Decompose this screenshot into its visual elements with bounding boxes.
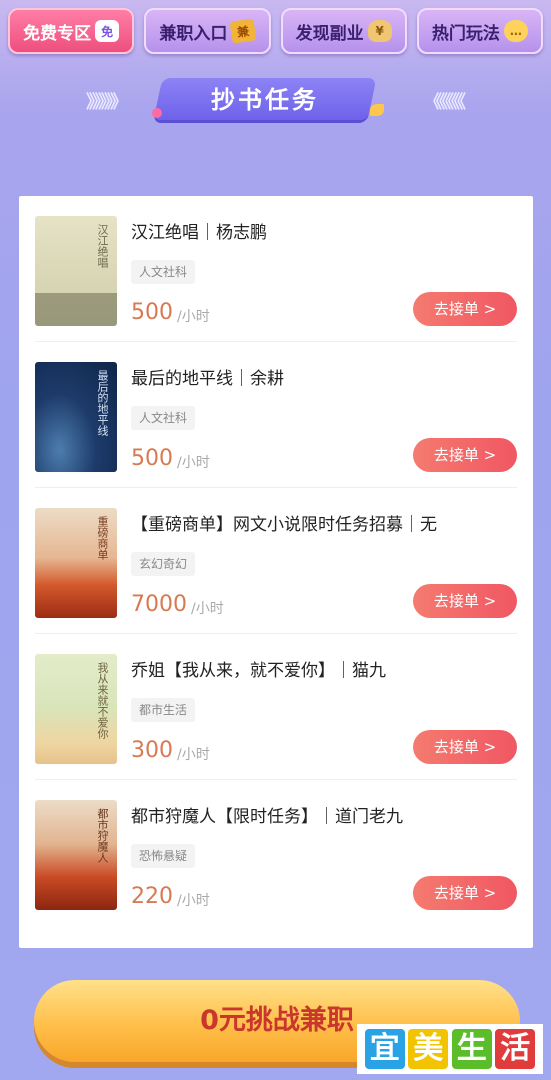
book-cover: 都市狩魔人 [35,800,117,910]
book-cover: 最后的地平线 [35,362,117,472]
task-price: 500 [131,446,173,471]
money-bag-icon: ¥ [367,20,392,42]
watermark-char: 美 [408,1029,449,1069]
task-title: 【重磅商单】网文小说限时任务招募｜无 [131,515,437,535]
genre-tag: 恐怖悬疑 [131,844,196,868]
tab-label: 兼职入口 [159,23,228,44]
price-unit: /小时 [191,601,224,617]
genre-tag: 都市生活 [131,698,196,722]
price-unit: /小时 [177,455,210,471]
tab-free-zone[interactable]: 免费专区 免 [8,8,135,54]
task-price: 500 [131,300,173,325]
cover-title: 最后的地平线 [96,370,109,436]
task-list-card: 汉江绝唱 汉江绝唱｜杨志鹏 人文社科 500 /小时 去接单 > 最后的地平线 … [19,196,533,948]
tab-discover-side-job[interactable]: 发现副业 ¥ [280,8,407,54]
task-title: 最后的地平线｜余耕 [131,369,284,389]
book-cover: 我从来就不爱你 [35,654,117,764]
task-title: 都市狩魔人【限时任务】｜道门老九 [131,807,403,827]
genre-tag: 人文社科 [131,260,196,284]
cover-title: 重磅商单 [96,516,109,560]
task-title: 汉江绝唱｜杨志鹏 [131,223,267,243]
pink-dot-decoration [152,108,162,118]
accept-task-button[interactable]: 去接单 > [413,438,517,472]
tab-part-time-entry[interactable]: 兼职入口 兼 [144,8,271,54]
accept-task-button[interactable]: 去接单 > [413,876,517,910]
price-unit: /小时 [177,309,210,325]
book-cover: 汉江绝唱 [35,216,117,326]
job-ticket-icon: 兼 [229,18,257,44]
task-item[interactable]: 汉江绝唱 汉江绝唱｜杨志鹏 人文社科 500 /小时 去接单 > [35,196,517,342]
accept-task-button[interactable]: 去接单 > [413,730,517,764]
tab-label: 热门玩法 [431,23,500,44]
task-price: 300 [131,738,173,763]
genre-tag: 玄幻奇幻 [131,552,196,576]
top-tab-bar: 免费专区 免 兼职入口 兼 发现副业 ¥ 热门玩法 … [8,8,543,54]
task-title: 乔姐【我从来，就不爱你】｜猫九 [131,661,386,681]
accept-task-button[interactable]: 去接单 > [413,584,517,618]
watermark-char: 活 [495,1029,536,1069]
left-arrows-decoration: 》》》》》 [86,92,128,113]
task-item[interactable]: 重磅商单 【重磅商单】网文小说限时任务招募｜无 玄幻奇幻 7000 /小时 去接… [35,488,517,634]
section-header: 》》》》》 抄书任务 《《《《《 [0,74,551,124]
task-item[interactable]: 都市狩魔人 都市狩魔人【限时任务】｜道门老九 恐怖悬疑 220 /小时 去接单 … [35,780,517,926]
right-arrows-decoration: 《《《《《 [424,92,466,113]
chat-bubble-icon: … [503,20,528,42]
cover-title: 汉江绝唱 [96,224,109,268]
tab-label: 发现副业 [295,23,364,44]
watermark-logo: 宜 美 生 活 [357,1024,543,1074]
accept-task-button[interactable]: 去接单 > [413,292,517,326]
task-price: 7000 [131,592,187,617]
watermark-char: 生 [451,1029,492,1069]
genre-tag: 人文社科 [131,406,196,430]
leaf-decoration [370,104,384,116]
cover-title: 我从来就不爱你 [96,662,109,739]
cover-title: 都市狩魔人 [96,808,109,863]
tab-label: 免费专区 [23,23,92,44]
book-cover: 重磅商单 [35,508,117,618]
watermark-char: 宜 [364,1029,405,1069]
price-unit: /小时 [177,893,210,909]
price-unit: /小时 [177,747,210,763]
task-item[interactable]: 最后的地平线 最后的地平线｜余耕 人文社科 500 /小时 去接单 > [35,342,517,488]
tab-hot-play[interactable]: 热门玩法 … [416,8,543,54]
task-price: 220 [131,884,173,909]
free-badge-icon: 免 [95,20,120,42]
task-item[interactable]: 我从来就不爱你 乔姐【我从来，就不爱你】｜猫九 都市生活 300 /小时 去接单… [35,634,517,780]
section-title: 抄书任务 [211,86,319,114]
